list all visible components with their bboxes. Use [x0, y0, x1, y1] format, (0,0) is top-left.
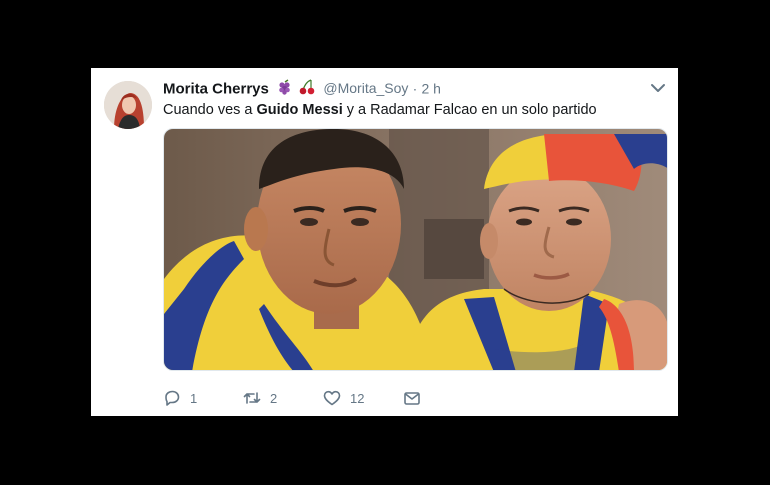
- reply-button[interactable]: 1: [163, 388, 197, 408]
- avatar[interactable]: [104, 81, 152, 129]
- retweet-button[interactable]: 2: [243, 388, 277, 408]
- tweet-text-suffix: y a Radamar Falcao en un solo partido: [342, 102, 597, 118]
- tweet-card[interactable]: Morita Cherrys @Morita_Soy · 2 h Cuando …: [91, 68, 678, 416]
- separator-dot: ·: [412, 80, 418, 97]
- chevron-down-icon[interactable]: [650, 82, 666, 94]
- like-button[interactable]: 12: [323, 388, 364, 408]
- reply-count: 1: [190, 390, 198, 406]
- cherries-emoji-icon: [299, 79, 315, 100]
- tweet-text-prefix: Cuando ves a: [163, 102, 257, 118]
- author-handle[interactable]: @Morita_Soy: [323, 80, 408, 96]
- retweet-icon: [243, 392, 261, 404]
- direct-message-button[interactable]: [403, 388, 421, 408]
- like-count: 12: [350, 390, 365, 406]
- heart-icon: [323, 390, 341, 406]
- retweet-count: 2: [270, 390, 278, 406]
- tweet-photo[interactable]: [163, 128, 668, 371]
- tweet-time[interactable]: 2 h: [421, 80, 440, 96]
- avatar-image: [104, 81, 152, 129]
- photo-two-players: [164, 129, 667, 370]
- envelope-icon: [404, 392, 420, 405]
- tweet-header: Morita Cherrys @Morita_Soy · 2 h: [163, 79, 441, 100]
- author-name[interactable]: Morita Cherrys: [163, 80, 269, 97]
- tweet-text: Cuando ves a Guido Messi y a Radamar Fal…: [163, 101, 597, 119]
- grapes-emoji-icon: [277, 79, 293, 100]
- tweet-text-bold: Guido Messi: [256, 102, 343, 118]
- reply-icon: [165, 390, 180, 406]
